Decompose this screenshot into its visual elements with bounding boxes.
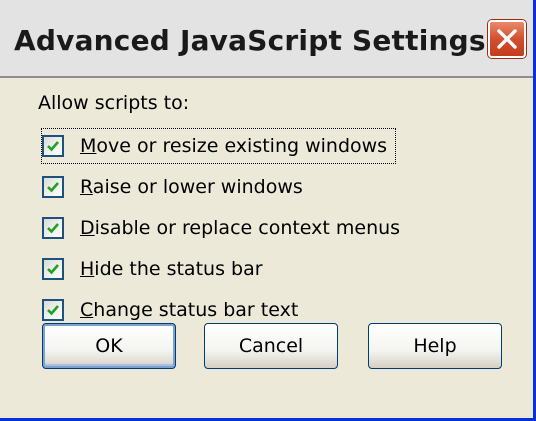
- option-label: Disable or replace context menus: [80, 217, 401, 239]
- option-label: Hide the status bar: [80, 258, 263, 280]
- option-move-resize-windows[interactable]: Move or resize existing windows: [40, 128, 397, 164]
- option-raise-lower-windows[interactable]: Raise or lower windows: [42, 170, 303, 204]
- checkmark-icon: [47, 223, 59, 234]
- option-label: Move or resize existing windows: [80, 135, 388, 157]
- allow-scripts-label: Allow scripts to:: [38, 92, 190, 114]
- checkbox-context-menus[interactable]: [42, 217, 64, 239]
- cancel-button[interactable]: Cancel: [204, 323, 338, 369]
- option-change-status-text[interactable]: Change status bar text: [42, 293, 298, 327]
- checkmark-icon: [47, 305, 59, 316]
- window-title: Advanced JavaScript Settings: [14, 24, 486, 57]
- option-label: Change status bar text: [80, 299, 299, 321]
- option-label: Raise or lower windows: [80, 176, 303, 198]
- option-context-menus[interactable]: Disable or replace context menus: [42, 211, 400, 245]
- checkmark-icon: [47, 182, 59, 193]
- checkbox-move-resize[interactable]: [42, 135, 64, 157]
- checkmark-icon: [47, 264, 59, 275]
- close-button[interactable]: [488, 20, 526, 58]
- checkbox-change-status-text[interactable]: [42, 299, 64, 321]
- help-button[interactable]: Help: [368, 323, 502, 369]
- option-hide-status-bar[interactable]: Hide the status bar: [42, 252, 263, 286]
- checkbox-raise-lower[interactable]: [42, 176, 64, 198]
- dialog-body: Allow scripts to: Move or resize existin…: [0, 78, 533, 418]
- checkbox-hide-status-bar[interactable]: [42, 258, 64, 280]
- checkmark-icon: [47, 141, 59, 152]
- close-icon: [497, 29, 517, 49]
- dialog-window: Advanced JavaScript Settings Allow scrip…: [0, 0, 536, 421]
- ok-button[interactable]: OK: [42, 323, 176, 369]
- title-bar[interactable]: Advanced JavaScript Settings: [0, 0, 533, 78]
